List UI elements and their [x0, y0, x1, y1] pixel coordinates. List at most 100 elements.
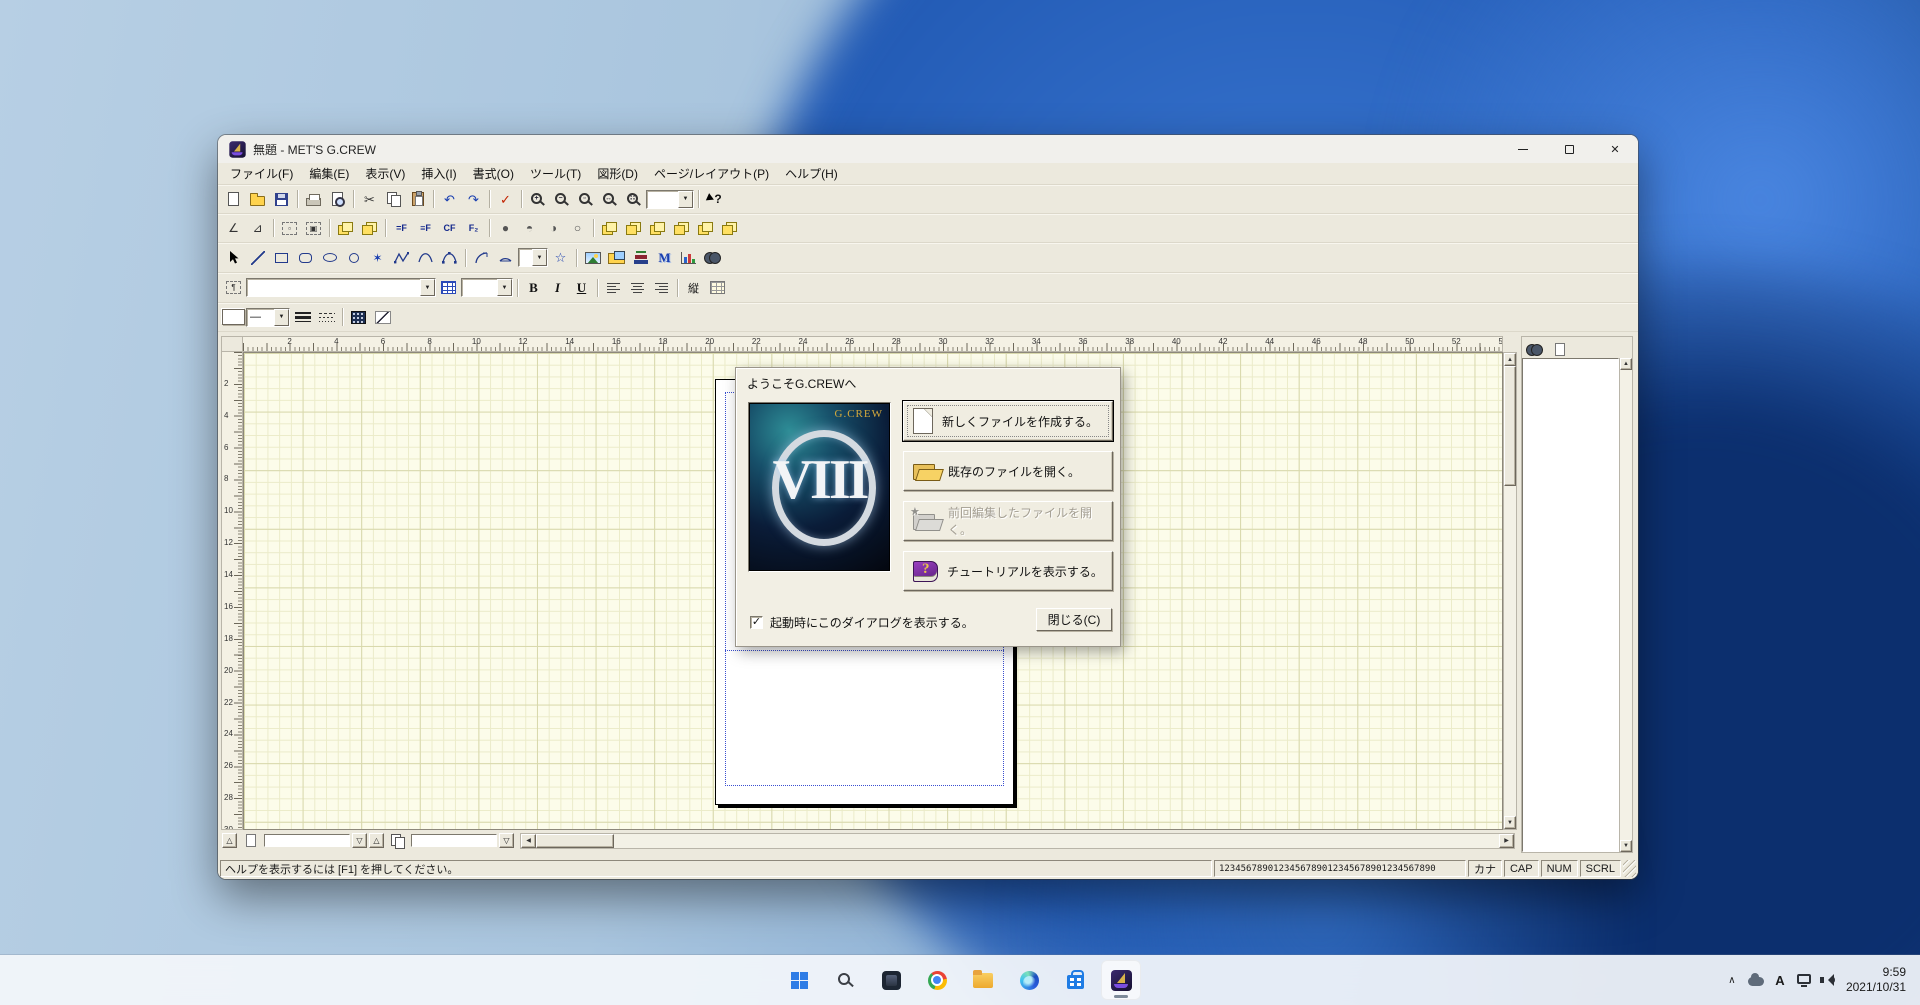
paste-icon[interactable]	[406, 188, 429, 210]
menu-pagelayout[interactable]: ページ/レイアウト(P)	[646, 163, 777, 184]
fit-text-icon[interactable]: =F	[390, 217, 413, 239]
line-width-icon[interactable]	[291, 306, 314, 328]
side-panel-scrollbar[interactable]: ▲ ▼	[1619, 358, 1632, 852]
side-panel-list[interactable]	[1522, 358, 1619, 852]
align-left-icon[interactable]	[602, 277, 625, 299]
paragraph-style-icon[interactable]: ¶	[222, 277, 245, 299]
new-file-icon[interactable]	[222, 188, 245, 210]
fill-color-swatch[interactable]	[222, 306, 245, 328]
fit-frame-icon[interactable]: ≡F	[414, 217, 437, 239]
horizontal-scroll-track[interactable]	[536, 833, 1499, 848]
print-icon[interactable]	[302, 188, 325, 210]
panel-scroll-up-button[interactable]: ▲	[1620, 358, 1632, 370]
scroll-left-button[interactable]: ◀	[521, 833, 536, 848]
menu-tools[interactable]: ツール(T)	[522, 163, 589, 184]
volume-icon[interactable]	[1816, 962, 1840, 998]
spellcheck-icon[interactable]: ✓	[494, 188, 517, 210]
start-button[interactable]	[779, 960, 819, 1000]
horizontal-scroll-thumb[interactable]	[536, 833, 614, 848]
resize-grip[interactable]	[1623, 860, 1636, 877]
horizontal-scrollbar[interactable]: ◀ ▶	[520, 832, 1515, 849]
scroll-down-button[interactable]: ▼	[1504, 816, 1516, 829]
shade-50-icon[interactable]: ◑	[542, 217, 565, 239]
save-icon[interactable]	[270, 188, 293, 210]
menu-shape[interactable]: 図形(D)	[589, 163, 646, 184]
create-new-file-button[interactable]: 新しくファイルを作成する。	[903, 401, 1113, 441]
select-tool[interactable]	[222, 247, 245, 269]
task-view-button[interactable]	[871, 960, 911, 1000]
arc-tool[interactable]	[470, 247, 493, 269]
menu-file[interactable]: ファイル(F)	[222, 163, 301, 184]
show-tutorial-button[interactable]: ? チュートリアルを表示する。	[903, 551, 1113, 591]
page-down-button[interactable]: ▽	[352, 833, 367, 848]
panel-page-icon[interactable]	[1548, 338, 1571, 360]
zoom-level-combo-dropdown-arrow[interactable]: ▼	[678, 190, 693, 208]
vertical-scroll-track[interactable]	[1504, 366, 1516, 816]
ellipse-tool[interactable]	[318, 247, 341, 269]
char-grid-icon[interactable]	[706, 277, 729, 299]
zoom-width-icon[interactable]: ↔	[598, 188, 621, 210]
polyline-tool[interactable]	[390, 247, 413, 269]
zoom-page-icon[interactable]: ▫	[574, 188, 597, 210]
font-combo-dropdown-arrow[interactable]: ▼	[420, 279, 435, 296]
gcrew-app-button[interactable]	[1101, 960, 1141, 1000]
clipart-icon[interactable]	[605, 247, 628, 269]
search-button[interactable]	[825, 960, 865, 1000]
undo-icon[interactable]: ↶	[438, 188, 461, 210]
context-help-icon[interactable]: ?	[703, 188, 726, 210]
chart-icon[interactable]	[677, 247, 700, 269]
tray-expand-button[interactable]: ∧	[1720, 962, 1744, 998]
curve-tool[interactable]	[414, 247, 437, 269]
menu-help[interactable]: ヘルプ(H)	[777, 163, 846, 184]
explorer-button[interactable]	[963, 960, 1003, 1000]
edge-button[interactable]	[1009, 960, 1049, 1000]
layer-up-button[interactable]: △	[369, 833, 384, 848]
zoom-area-icon[interactable]: ∷	[622, 188, 645, 210]
redo-icon[interactable]: ↷	[462, 188, 485, 210]
frame-2-icon[interactable]: F₂	[462, 217, 485, 239]
ime-mode-indicator[interactable]: A	[1768, 962, 1792, 998]
align-objects-icon[interactable]	[334, 217, 357, 239]
panel-scroll-down-button[interactable]: ▼	[1620, 840, 1632, 852]
zoom-out-icon[interactable]: −	[550, 188, 573, 210]
zoom-in-icon[interactable]: +	[526, 188, 549, 210]
bold-button[interactable]: B	[522, 277, 545, 299]
scroll-right-button[interactable]: ▶	[1499, 833, 1514, 848]
bring-forward-icon[interactable]	[646, 217, 669, 239]
layer-down-button[interactable]: ▽	[499, 833, 514, 848]
line-style-combo[interactable]: — ▼	[246, 306, 290, 328]
zoom-level-combo[interactable]: ▼	[646, 188, 694, 210]
open-existing-file-button[interactable]: 既存のファイルを開く。	[903, 451, 1113, 491]
panel-scroll-track[interactable]	[1620, 370, 1632, 840]
font-size-combo-dropdown-arrow[interactable]: ▼	[497, 279, 512, 296]
line-dash-icon[interactable]	[315, 306, 338, 328]
align-right-icon[interactable]	[650, 277, 673, 299]
onedrive-icon[interactable]	[1744, 962, 1768, 998]
rotate-icon[interactable]: ∠	[222, 217, 245, 239]
shade-0-icon[interactable]: ○	[566, 217, 589, 239]
circle-tool[interactable]	[342, 247, 365, 269]
open-file-icon[interactable]	[246, 188, 269, 210]
char-frame-icon[interactable]: CF	[438, 217, 461, 239]
merge-shapes-icon[interactable]	[718, 217, 741, 239]
freeform-tool[interactable]	[438, 247, 461, 269]
menu-edit[interactable]: 編集(E)	[301, 163, 357, 184]
arc-angle-spin[interactable]: ▼	[518, 247, 548, 269]
rect-tool[interactable]	[270, 247, 293, 269]
menu-format[interactable]: 書式(O)	[465, 163, 522, 184]
store-button[interactable]	[1055, 960, 1095, 1000]
roundrect-tool[interactable]	[294, 247, 317, 269]
font-combo[interactable]: ▼	[246, 277, 436, 299]
vertical-text-button[interactable]: 縦	[682, 277, 705, 299]
swap-order-icon[interactable]	[694, 217, 717, 239]
insert-image-icon[interactable]	[581, 247, 604, 269]
maximize-button[interactable]	[1546, 135, 1592, 163]
bring-to-front-icon[interactable]	[598, 217, 621, 239]
send-to-back-icon[interactable]	[622, 217, 645, 239]
menu-view[interactable]: 表示(V)	[357, 163, 413, 184]
menu-insert[interactable]: 挿入(I)	[413, 163, 464, 184]
shade-75-icon[interactable]: ◓	[518, 217, 541, 239]
fill-pattern-icon[interactable]	[347, 306, 370, 328]
scroll-up-button[interactable]: ▲	[1504, 353, 1516, 366]
shade-100-icon[interactable]: ●	[494, 217, 517, 239]
